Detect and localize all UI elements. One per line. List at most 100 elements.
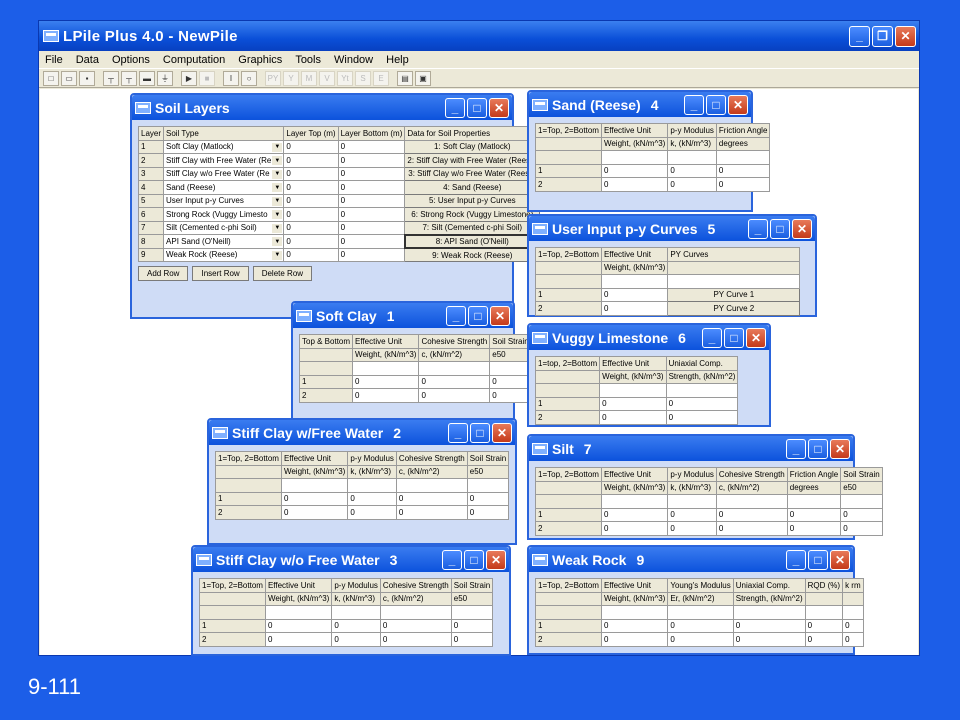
grid-cell[interactable]: 0 xyxy=(667,632,734,647)
grid-cell[interactable] xyxy=(600,494,669,509)
close-button[interactable]: ✕ xyxy=(490,305,510,326)
delete-row-button[interactable]: Delete Row xyxy=(252,266,313,281)
grid-cell[interactable]: 0 xyxy=(715,177,771,192)
grid-cell[interactable] xyxy=(715,494,788,509)
grid-cell[interactable]: 0 xyxy=(280,491,349,506)
maximize-button[interactable]: □ xyxy=(468,305,488,326)
menu-window[interactable]: Window xyxy=(334,54,373,66)
grid-cell[interactable]: 0 xyxy=(379,618,452,633)
grid-cell[interactable]: 0 xyxy=(599,410,667,425)
grid-cell[interactable]: 0 xyxy=(786,521,842,536)
maximize-button[interactable]: □ xyxy=(464,549,484,570)
grid-cell[interactable] xyxy=(667,150,717,165)
grid-cell[interactable] xyxy=(395,478,468,493)
grid-cell[interactable]: 0 xyxy=(600,507,669,522)
grid-cell[interactable]: 0 xyxy=(840,521,883,536)
minimize-button[interactable]: _ xyxy=(684,94,704,115)
maximize-button[interactable]: □ xyxy=(470,422,490,443)
grid-cell[interactable]: 0 xyxy=(489,374,532,389)
graph-m-icon[interactable]: M xyxy=(301,70,317,86)
grid-cell[interactable]: 0 xyxy=(842,632,864,647)
new-icon[interactable]: □ xyxy=(43,70,59,86)
soil-type-select[interactable]: User Input p-y Curves ▼ xyxy=(163,193,285,208)
layer-top-cell[interactable]: 0 xyxy=(283,180,339,195)
menu-data[interactable]: Data xyxy=(76,54,99,66)
grid-cell[interactable] xyxy=(379,605,452,620)
grid-cell[interactable]: 0 xyxy=(600,177,669,192)
stiff-w-titlebar[interactable]: Stiff Clay w/Free Water 2 _ □ ✕ xyxy=(209,420,515,445)
layer-bottom-cell[interactable]: 0 xyxy=(337,180,406,195)
grid-cell[interactable]: 0 xyxy=(331,618,381,633)
user-py-titlebar[interactable]: User Input p-y Curves 5 _ □ ✕ xyxy=(529,216,815,241)
py-curve-button[interactable]: PY Curve 2 xyxy=(667,301,801,316)
minimize-button[interactable]: _ xyxy=(786,438,806,459)
grid-cell[interactable]: 0 xyxy=(600,521,669,536)
add-row-button[interactable]: Add Row xyxy=(138,266,189,281)
grid-cell[interactable]: 0 xyxy=(264,618,333,633)
soil-properties-button[interactable]: 7: Silt (Cemented c-phi Soil) xyxy=(404,220,541,235)
grid-cell[interactable] xyxy=(280,478,349,493)
minimize-button[interactable]: _ xyxy=(445,97,465,118)
layer-bottom-cell[interactable]: 0 xyxy=(337,166,406,181)
graph-y-icon[interactable]: Y xyxy=(283,70,299,86)
grid-cell[interactable]: 0 xyxy=(667,521,717,536)
chevron-down-icon[interactable]: ▼ xyxy=(272,142,283,152)
close-button[interactable]: ✕ xyxy=(792,218,812,239)
grid-cell[interactable] xyxy=(418,361,491,376)
soil-properties-button[interactable]: 9: Weak Rock (Reese) xyxy=(404,247,541,262)
chevron-down-icon[interactable]: ▼ xyxy=(272,156,283,165)
close-button[interactable]: ✕ xyxy=(728,94,748,115)
grid-cell[interactable]: 0 xyxy=(418,388,491,403)
soil-properties-button[interactable]: 5: User Input p-y Curves xyxy=(404,193,541,208)
soil-type-select[interactable]: Stiff Clay w/o Free Water (Re ▼ xyxy=(163,166,285,181)
open-icon[interactable]: ▭ xyxy=(61,70,77,86)
chevron-down-icon[interactable]: ▼ xyxy=(272,169,283,179)
grid-cell[interactable]: 0 xyxy=(665,410,739,425)
menu-file[interactable]: File xyxy=(45,54,63,66)
grid-cell[interactable] xyxy=(840,494,883,509)
menu-options[interactable]: Options xyxy=(112,54,150,66)
grid-cell[interactable]: 0 xyxy=(667,163,717,178)
grid-cell[interactable]: 0 xyxy=(600,618,669,633)
soil-type-select[interactable]: Strong Rock (Vuggy Limesto ▼ xyxy=(163,207,285,222)
grid-cell[interactable]: 0 xyxy=(842,618,864,633)
soil-type-select[interactable]: Silt (Cemented c-phi Soil) ▼ xyxy=(163,220,285,235)
grid-cell[interactable]: 0 xyxy=(840,507,883,522)
menu-computation[interactable]: Computation xyxy=(163,54,225,66)
circle-icon[interactable]: ○ xyxy=(241,70,257,86)
minimize-button[interactable]: _ xyxy=(446,305,466,326)
grid-cell[interactable]: 0 xyxy=(600,301,669,316)
insert-row-button[interactable]: Insert Row xyxy=(192,266,249,281)
grid-cell[interactable] xyxy=(600,605,669,620)
grid-cell[interactable]: 0 xyxy=(264,632,333,647)
close-button[interactable]: ✕ xyxy=(895,25,916,47)
soil-type-select[interactable]: Soft Clay (Matlock) ▼ xyxy=(163,139,285,154)
grid-cell[interactable]: 0 xyxy=(665,396,739,411)
soil-properties-button[interactable]: 2: Stiff Clay with Free Water (Reese) xyxy=(404,153,541,168)
grid-cell[interactable] xyxy=(600,150,669,165)
report-icon[interactable]: ▣ xyxy=(415,70,431,86)
grid-cell[interactable] xyxy=(667,605,734,620)
chevron-down-icon[interactable]: ▼ xyxy=(272,237,283,246)
grid-cell[interactable]: 0 xyxy=(599,396,667,411)
layer-top-cell[interactable]: 0 xyxy=(283,153,339,168)
soil-type-select[interactable]: Stiff Clay with Free Water (Re ▼ xyxy=(163,153,285,168)
grid-cell[interactable]: 0 xyxy=(715,507,788,522)
graph-v-icon[interactable]: V xyxy=(319,70,335,86)
grid-cell[interactable]: 0 xyxy=(667,618,734,633)
layer-bottom-cell[interactable]: 0 xyxy=(337,139,406,154)
restore-button[interactable]: ❐ xyxy=(872,25,893,47)
grid-cell[interactable]: 0 xyxy=(466,505,510,520)
grid-cell[interactable]: 0 xyxy=(489,388,532,403)
grid-cell[interactable] xyxy=(599,383,667,398)
layer-top-cell[interactable]: 0 xyxy=(283,166,339,181)
menu-graphics[interactable]: Graphics xyxy=(238,54,282,66)
grid-cell[interactable]: 0 xyxy=(715,521,788,536)
close-button[interactable]: ✕ xyxy=(492,422,512,443)
maximize-button[interactable]: □ xyxy=(770,218,790,239)
grid-cell[interactable] xyxy=(347,478,397,493)
silt-titlebar[interactable]: Silt 7 _ □ ✕ xyxy=(529,436,853,461)
graph-py-icon[interactable]: PY xyxy=(265,70,281,86)
layer-bottom-cell[interactable]: 0 xyxy=(337,220,406,235)
grid-cell[interactable] xyxy=(264,605,333,620)
